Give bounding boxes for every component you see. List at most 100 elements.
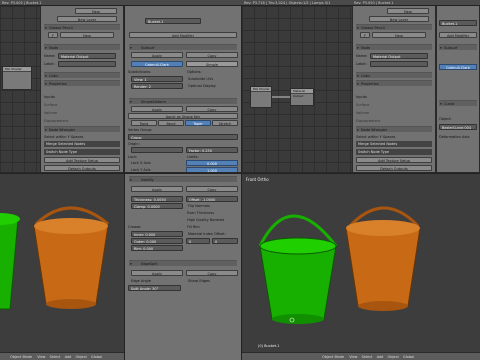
node-material-output[interactable]: Material Output xyxy=(290,88,314,106)
fill-rim-checkbox[interactable]: Fill Rim xyxy=(187,224,238,230)
inner-field[interactable]: Inner: 0.000 xyxy=(131,231,183,237)
sharp-edges-checkbox[interactable]: Sharp Edges xyxy=(188,278,210,284)
right-slot-f[interactable]: F xyxy=(360,32,370,38)
viewport-left[interactable] xyxy=(0,174,124,352)
left-label-field[interactable] xyxy=(58,61,116,67)
subsurf-copy-button[interactable]: Copy xyxy=(186,52,238,58)
far-right-curve-header[interactable]: Curve xyxy=(439,100,477,106)
solidify-header[interactable]: Solidify xyxy=(129,176,237,182)
far-right-catmull-button[interactable]: Catmull-Clark xyxy=(439,64,477,70)
right-color-header[interactable]: Color xyxy=(356,72,432,78)
view-level-field[interactable]: View: 1 xyxy=(131,76,183,82)
even-thickness-checkbox[interactable]: Even Thickness xyxy=(187,210,238,216)
factor-field[interactable]: Factor: 0.250 xyxy=(186,147,238,153)
right-add-texture-button[interactable]: Add Texture Setup xyxy=(356,157,432,163)
left-object-menu[interactable]: Object xyxy=(75,355,86,359)
left-detach-button[interactable]: Detach Outputs xyxy=(44,165,120,171)
node-editor-center[interactable]: Mix Shader Material Output xyxy=(242,6,352,172)
edge-angle-checkbox[interactable]: Edge Angle xyxy=(131,278,151,284)
node-left[interactable]: Mix Shader xyxy=(2,66,32,90)
left-node-header[interactable]: Node xyxy=(44,44,120,50)
hq-normals-checkbox[interactable]: High Quality Normals xyxy=(187,217,238,223)
twist-button[interactable]: Twist xyxy=(131,120,157,126)
right-properties-header[interactable]: Properties xyxy=(356,80,432,86)
solidify-apply-button[interactable]: Apply xyxy=(131,186,183,192)
add-modifier-button[interactable]: Add Modifier xyxy=(129,32,237,38)
left-add-texture-button[interactable]: Add Texture Setup xyxy=(44,157,120,163)
origin-field[interactable] xyxy=(131,147,183,153)
limit-a-slider[interactable]: 0.000 xyxy=(186,160,238,166)
right-node-header[interactable]: Node xyxy=(356,44,432,50)
right-grease-pencil-header[interactable]: Grease Pencil xyxy=(356,24,432,30)
left-name-field[interactable]: Material Output xyxy=(58,53,116,59)
left-grease-pencil-header[interactable]: Grease Pencil xyxy=(44,24,120,30)
flip-normals-checkbox[interactable]: Flip Normals xyxy=(188,203,210,209)
right-name-field[interactable]: Material Output xyxy=(370,53,428,59)
simpledeform-copy-button[interactable]: Copy xyxy=(186,106,238,112)
left-select-menu[interactable]: Select xyxy=(50,355,61,359)
modifier-object-field[interactable]: Bucket.1 xyxy=(145,18,201,24)
outer-field[interactable]: Outer: 0.000 xyxy=(131,238,183,244)
render-level-field[interactable]: Render: 2 xyxy=(131,83,183,89)
far-right-object-field[interactable]: Bucket.1 xyxy=(439,20,477,26)
edgesplit-apply-button[interactable]: Apply xyxy=(131,270,183,276)
right-new-layer-button[interactable]: New Layer xyxy=(369,16,429,22)
main-object-menu[interactable]: Object xyxy=(387,355,398,359)
right-new-top-button[interactable]: New xyxy=(387,8,429,14)
clamp-field[interactable]: Clamp: 0.0000 xyxy=(131,203,183,209)
thickness-field[interactable]: Thickness: 0.0050 xyxy=(131,196,183,202)
bend-button[interactable]: Bend xyxy=(158,120,184,126)
right-merge-button[interactable]: Merge Selected Nodes xyxy=(356,141,432,147)
far-right-subsurf-header[interactable]: Subsurf xyxy=(439,44,477,50)
solidify-copy-button[interactable]: Copy xyxy=(186,186,238,192)
left-slot-f[interactable]: F xyxy=(48,32,58,38)
subsurf-header[interactable]: Subsurf xyxy=(129,44,237,50)
far-right-curve-object[interactable]: BezierCurve.004 xyxy=(439,124,477,130)
stretch-button[interactable]: Stretch xyxy=(212,120,238,126)
left-new-layer-button[interactable]: New Layer xyxy=(57,16,117,22)
viewport-main[interactable]: Front Ortho (0) Bucket.1 xyxy=(242,174,480,352)
left-merge-button[interactable]: Merge Selected Nodes xyxy=(44,141,120,147)
left-properties-header[interactable]: Properties xyxy=(44,80,120,86)
left-node-wrangler-header[interactable]: Node Wrangler xyxy=(44,126,120,132)
simple-button[interactable]: Simple xyxy=(186,61,238,67)
node-editor-left[interactable]: Mix Shader xyxy=(0,6,40,172)
left-global-select[interactable]: Global xyxy=(91,355,102,359)
far-right-add-modifier[interactable]: Add Modifier xyxy=(439,32,477,38)
offset-field[interactable]: Offset: -1.0000 xyxy=(186,196,238,202)
mat-offset-field[interactable]: 0 xyxy=(186,238,210,244)
vertex-group-field[interactable]: Group xyxy=(128,134,238,140)
simpledeform-apply-button[interactable]: Apply xyxy=(131,106,183,112)
catmull-clark-button[interactable]: Catmull-Clark xyxy=(131,61,183,67)
right-switch-button[interactable]: Switch Node Type xyxy=(356,149,432,155)
left-switch-button[interactable]: Switch Node Type xyxy=(44,149,120,155)
right-new-button[interactable]: New xyxy=(372,32,426,38)
right-label-field[interactable] xyxy=(370,61,428,67)
edgesplit-header[interactable]: EdgeSplit xyxy=(129,260,237,266)
simpledeform-header[interactable]: SimpleDeform xyxy=(129,98,237,104)
subsurf-apply-button[interactable]: Apply xyxy=(131,52,183,58)
right-node-wrangler-header[interactable]: Node Wrangler xyxy=(356,126,432,132)
main-mode-select[interactable]: Object Mode xyxy=(322,355,344,359)
right-detach-button[interactable]: Detach Outputs xyxy=(356,165,432,171)
subdivide-uvs-checkbox[interactable]: Subdivide UVs xyxy=(188,76,213,82)
left-color-header[interactable]: Color xyxy=(44,72,120,78)
taper-button[interactable]: Taper xyxy=(185,120,211,126)
lock-x-checkbox[interactable]: Lock X Axis xyxy=(131,160,151,166)
left-mode-select[interactable]: Object Mode xyxy=(10,355,32,359)
rim-mat-field[interactable]: 0 xyxy=(212,238,238,244)
rim-field[interactable]: Rim: 0.000 xyxy=(131,245,183,251)
left-new-button[interactable]: New xyxy=(60,32,114,38)
main-add-menu[interactable]: Add xyxy=(377,355,384,359)
left-new-top-button[interactable]: New xyxy=(75,8,117,14)
node-mix-shader[interactable]: Mix Shader xyxy=(250,86,272,108)
optimal-display-checkbox[interactable]: Optimal Display xyxy=(188,83,216,89)
main-global-select[interactable]: Global xyxy=(403,355,414,359)
main-view-menu[interactable]: View xyxy=(349,355,357,359)
apply-shape-key-button[interactable]: Apply as Shape Key xyxy=(128,113,238,119)
split-angle-field[interactable]: Split Angle: 30° xyxy=(128,285,181,291)
left-view-menu[interactable]: View xyxy=(37,355,45,359)
left-add-menu[interactable]: Add xyxy=(65,355,72,359)
edgesplit-copy-button[interactable]: Copy xyxy=(186,270,238,276)
main-select-menu[interactable]: Select xyxy=(362,355,373,359)
